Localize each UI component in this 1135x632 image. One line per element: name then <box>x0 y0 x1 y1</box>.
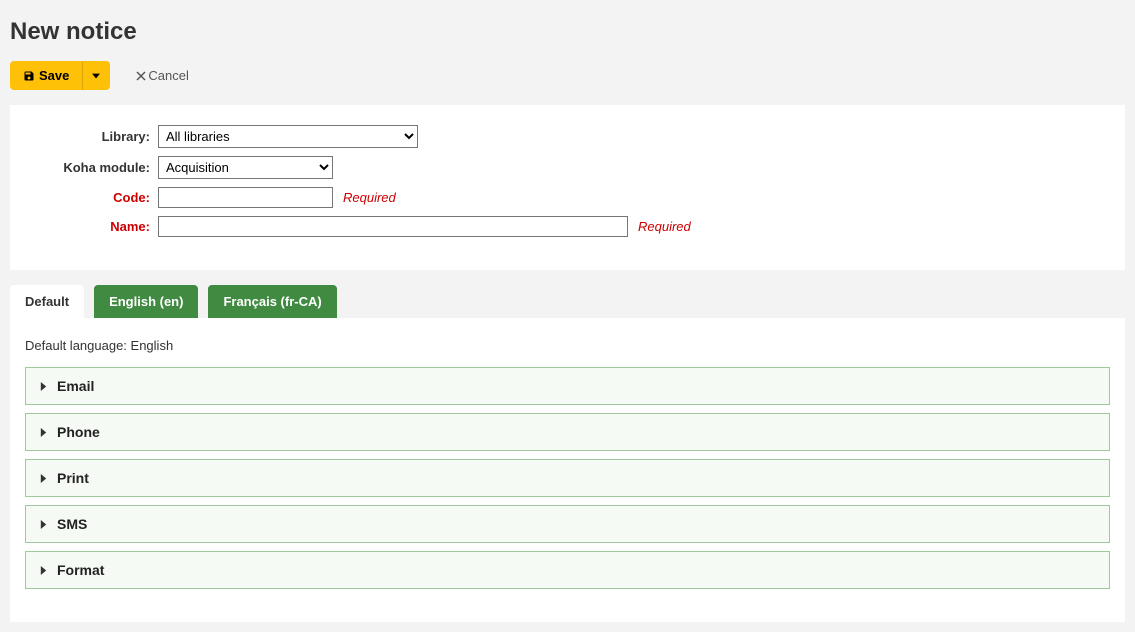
caret-right-icon <box>40 520 47 529</box>
required-hint: Required <box>638 219 691 234</box>
save-button[interactable]: Save <box>10 61 82 90</box>
default-language-prefix: Default language: <box>25 338 131 353</box>
required-hint: Required <box>343 190 396 205</box>
library-select[interactable]: All libraries <box>158 125 418 148</box>
tab-default[interactable]: Default <box>10 285 84 318</box>
tab-english[interactable]: English (en) <box>94 285 198 318</box>
library-row: Library: All libraries <box>30 125 1105 148</box>
form-panel: Library: All libraries Koha module: Acqu… <box>10 105 1125 270</box>
name-input[interactable] <box>158 216 628 237</box>
name-label: Name: <box>30 219 150 234</box>
caret-down-icon <box>92 72 100 80</box>
accordion-label: Format <box>57 562 104 578</box>
accordion-label: SMS <box>57 516 87 532</box>
name-row: Name: Required <box>30 216 1105 237</box>
accordion-label: Phone <box>57 424 100 440</box>
tab-panel: Default language: English Email Phone Pr… <box>10 318 1125 622</box>
accordion-print[interactable]: Print <box>25 459 1110 497</box>
code-label: Code: <box>30 190 150 205</box>
module-label: Koha module: <box>30 160 150 175</box>
caret-right-icon <box>40 382 47 391</box>
save-dropdown-toggle[interactable] <box>82 61 110 90</box>
default-language-line: Default language: English <box>25 338 1110 353</box>
cancel-button-label: Cancel <box>148 68 188 83</box>
code-row: Code: Required <box>30 187 1105 208</box>
accordion-label: Print <box>57 470 89 486</box>
accordion-format[interactable]: Format <box>25 551 1110 589</box>
library-label: Library: <box>30 129 150 144</box>
default-language-value: English <box>131 338 174 353</box>
close-icon <box>136 71 146 81</box>
module-row: Koha module: Acquisition <box>30 156 1105 179</box>
tabs-container: Default English (en) Français (fr-CA) De… <box>10 285 1125 622</box>
caret-right-icon <box>40 428 47 437</box>
caret-right-icon <box>40 474 47 483</box>
tab-francais[interactable]: Français (fr-CA) <box>208 285 336 318</box>
accordion-phone[interactable]: Phone <box>25 413 1110 451</box>
save-icon <box>23 70 35 82</box>
module-select[interactable]: Acquisition <box>158 156 333 179</box>
accordion-email[interactable]: Email <box>25 367 1110 405</box>
accordion-label: Email <box>57 378 94 394</box>
toolbar: Save Cancel <box>10 61 1125 90</box>
tab-list: Default English (en) Français (fr-CA) <box>10 285 1125 318</box>
save-button-label: Save <box>39 68 69 83</box>
code-input[interactable] <box>158 187 333 208</box>
page-title: New notice <box>10 18 1125 46</box>
accordion-sms[interactable]: SMS <box>25 505 1110 543</box>
save-button-group: Save <box>10 61 110 90</box>
cancel-button[interactable]: Cancel <box>124 62 200 89</box>
caret-right-icon <box>40 566 47 575</box>
